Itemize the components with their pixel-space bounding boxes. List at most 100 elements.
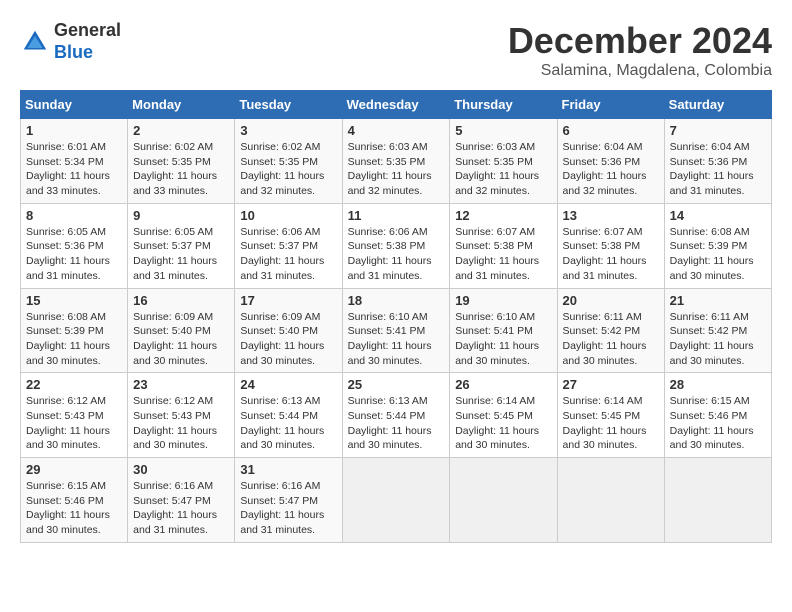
calendar-cell: 5Sunrise: 6:03 AM Sunset: 5:35 PM Daylig… xyxy=(450,119,557,204)
day-info: Sunrise: 6:07 AM Sunset: 5:38 PM Dayligh… xyxy=(455,225,551,284)
day-number: 6 xyxy=(563,123,659,138)
calendar-cell xyxy=(342,458,450,543)
calendar-week-1: 1Sunrise: 6:01 AM Sunset: 5:34 PM Daylig… xyxy=(21,119,772,204)
day-info: Sunrise: 6:11 AM Sunset: 5:42 PM Dayligh… xyxy=(563,310,659,369)
calendar-cell: 27 Sunrise: 6:14 AM Sunset: 5:45 PM Dayli… xyxy=(557,373,664,458)
calendar-cell: 7 Sunrise: 6:04 AM Sunset: 5:36 PM Daylig… xyxy=(664,119,771,204)
day-number: 26 xyxy=(455,377,551,392)
logo-blue: Blue xyxy=(54,42,93,62)
day-info: Sunrise: 6:10 AM Sunset: 5:41 PM Dayligh… xyxy=(455,310,551,369)
day-info: Sunrise: 6:13 AM Sunset: 5:44 PM Dayligh… xyxy=(348,394,445,453)
calendar-cell xyxy=(664,458,771,543)
day-number: 25 xyxy=(348,377,445,392)
calendar-cell: 2Sunrise: 6:02 AM Sunset: 5:35 PM Daylig… xyxy=(128,119,235,204)
day-info: Sunrise: 6:14 AM Sunset: 5:45 PM Dayligh… xyxy=(563,394,659,453)
day-number: 2 xyxy=(133,123,229,138)
calendar-cell: 3 Sunrise: 6:02 AM Sunset: 5:35 PM Daylig… xyxy=(235,119,342,204)
day-info: Sunrise: 6:02 AM Sunset: 5:35 PM Dayligh… xyxy=(240,140,336,199)
calendar-cell xyxy=(450,458,557,543)
logo-general: General xyxy=(54,20,121,40)
logo-icon xyxy=(20,27,50,57)
month-title: December 2024 xyxy=(508,20,772,62)
day-info: Sunrise: 6:06 AM Sunset: 5:38 PM Dayligh… xyxy=(348,225,445,284)
day-info: Sunrise: 6:04 AM Sunset: 5:36 PM Dayligh… xyxy=(563,140,659,199)
day-number: 3 xyxy=(240,123,336,138)
calendar-cell: 20 Sunrise: 6:11 AM Sunset: 5:42 PM Dayli… xyxy=(557,288,664,373)
day-number: 22 xyxy=(26,377,122,392)
day-number: 21 xyxy=(670,293,766,308)
day-info: Sunrise: 6:08 AM Sunset: 5:39 PM Dayligh… xyxy=(670,225,766,284)
day-number: 17 xyxy=(240,293,336,308)
calendar-cell: 21 Sunrise: 6:11 AM Sunset: 5:42 PM Dayli… xyxy=(664,288,771,373)
day-number: 12 xyxy=(455,208,551,223)
weekday-header-row: SundayMondayTuesdayWednesdayThursdayFrid… xyxy=(21,91,772,119)
day-info: Sunrise: 6:15 AM Sunset: 5:46 PM Dayligh… xyxy=(26,479,122,538)
day-info: Sunrise: 6:05 AM Sunset: 5:37 PM Dayligh… xyxy=(133,225,229,284)
day-number: 11 xyxy=(348,208,445,223)
day-info: Sunrise: 6:09 AM Sunset: 5:40 PM Dayligh… xyxy=(240,310,336,369)
day-info: Sunrise: 6:14 AM Sunset: 5:45 PM Dayligh… xyxy=(455,394,551,453)
weekday-header-friday: Friday xyxy=(557,91,664,119)
day-info: Sunrise: 6:05 AM Sunset: 5:36 PM Dayligh… xyxy=(26,225,122,284)
location-title: Salamina, Magdalena, Colombia xyxy=(508,62,772,80)
calendar-cell: 15 Sunrise: 6:08 AM Sunset: 5:39 PM Dayli… xyxy=(21,288,128,373)
calendar-cell: 23 Sunrise: 6:12 AM Sunset: 5:43 PM Dayli… xyxy=(128,373,235,458)
day-number: 4 xyxy=(348,123,445,138)
calendar-week-2: 8 Sunrise: 6:05 AM Sunset: 5:36 PM Daylig… xyxy=(21,203,772,288)
calendar-cell: 12 Sunrise: 6:07 AM Sunset: 5:38 PM Dayli… xyxy=(450,203,557,288)
calendar-cell: 28 Sunrise: 6:15 AM Sunset: 5:46 PM Dayli… xyxy=(664,373,771,458)
day-number: 10 xyxy=(240,208,336,223)
calendar-table: SundayMondayTuesdayWednesdayThursdayFrid… xyxy=(20,90,772,543)
day-info: Sunrise: 6:07 AM Sunset: 5:38 PM Dayligh… xyxy=(563,225,659,284)
day-info: Sunrise: 6:08 AM Sunset: 5:39 PM Dayligh… xyxy=(26,310,122,369)
day-number: 13 xyxy=(563,208,659,223)
calendar-cell: 18Sunrise: 6:10 AM Sunset: 5:41 PM Dayli… xyxy=(342,288,450,373)
logo: General Blue xyxy=(20,20,121,63)
weekday-header-thursday: Thursday xyxy=(450,91,557,119)
day-number: 16 xyxy=(133,293,229,308)
day-info: Sunrise: 6:06 AM Sunset: 5:37 PM Dayligh… xyxy=(240,225,336,284)
calendar-cell: 31 Sunrise: 6:16 AM Sunset: 5:47 PM Dayli… xyxy=(235,458,342,543)
day-info: Sunrise: 6:15 AM Sunset: 5:46 PM Dayligh… xyxy=(670,394,766,453)
calendar-cell: 4Sunrise: 6:03 AM Sunset: 5:35 PM Daylig… xyxy=(342,119,450,204)
day-number: 29 xyxy=(26,462,122,477)
day-info: Sunrise: 6:12 AM Sunset: 5:43 PM Dayligh… xyxy=(26,394,122,453)
calendar-cell: 26 Sunrise: 6:14 AM Sunset: 5:45 PM Dayli… xyxy=(450,373,557,458)
logo-text: General Blue xyxy=(54,20,121,63)
day-info: Sunrise: 6:09 AM Sunset: 5:40 PM Dayligh… xyxy=(133,310,229,369)
weekday-header-monday: Monday xyxy=(128,91,235,119)
day-number: 20 xyxy=(563,293,659,308)
day-number: 28 xyxy=(670,377,766,392)
calendar-cell: 19Sunrise: 6:10 AM Sunset: 5:41 PM Dayli… xyxy=(450,288,557,373)
day-info: Sunrise: 6:11 AM Sunset: 5:42 PM Dayligh… xyxy=(670,310,766,369)
weekday-header-sunday: Sunday xyxy=(21,91,128,119)
calendar-cell: 10 Sunrise: 6:06 AM Sunset: 5:37 PM Dayli… xyxy=(235,203,342,288)
calendar-cell: 1Sunrise: 6:01 AM Sunset: 5:34 PM Daylig… xyxy=(21,119,128,204)
day-number: 9 xyxy=(133,208,229,223)
day-info: Sunrise: 6:13 AM Sunset: 5:44 PM Dayligh… xyxy=(240,394,336,453)
day-info: Sunrise: 6:12 AM Sunset: 5:43 PM Dayligh… xyxy=(133,394,229,453)
calendar-cell: 16 Sunrise: 6:09 AM Sunset: 5:40 PM Dayli… xyxy=(128,288,235,373)
day-number: 30 xyxy=(133,462,229,477)
day-info: Sunrise: 6:01 AM Sunset: 5:34 PM Dayligh… xyxy=(26,140,122,199)
calendar-cell: 29 Sunrise: 6:15 AM Sunset: 5:46 PM Dayli… xyxy=(21,458,128,543)
page-header: General Blue December 2024 Salamina, Mag… xyxy=(20,20,772,80)
weekday-header-saturday: Saturday xyxy=(664,91,771,119)
calendar-cell: 22 Sunrise: 6:12 AM Sunset: 5:43 PM Dayli… xyxy=(21,373,128,458)
day-number: 15 xyxy=(26,293,122,308)
day-info: Sunrise: 6:04 AM Sunset: 5:36 PM Dayligh… xyxy=(670,140,766,199)
calendar-cell: 30Sunrise: 6:16 AM Sunset: 5:47 PM Dayli… xyxy=(128,458,235,543)
day-number: 7 xyxy=(670,123,766,138)
day-number: 27 xyxy=(563,377,659,392)
day-number: 31 xyxy=(240,462,336,477)
calendar-week-3: 15 Sunrise: 6:08 AM Sunset: 5:39 PM Dayli… xyxy=(21,288,772,373)
day-info: Sunrise: 6:16 AM Sunset: 5:47 PM Dayligh… xyxy=(240,479,336,538)
calendar-cell: 13 Sunrise: 6:07 AM Sunset: 5:38 PM Dayli… xyxy=(557,203,664,288)
day-number: 8 xyxy=(26,208,122,223)
weekday-header-tuesday: Tuesday xyxy=(235,91,342,119)
calendar-cell: 17 Sunrise: 6:09 AM Sunset: 5:40 PM Dayli… xyxy=(235,288,342,373)
title-area: December 2024 Salamina, Magdalena, Colom… xyxy=(508,20,772,80)
day-number: 23 xyxy=(133,377,229,392)
day-number: 18 xyxy=(348,293,445,308)
calendar-week-5: 29 Sunrise: 6:15 AM Sunset: 5:46 PM Dayli… xyxy=(21,458,772,543)
